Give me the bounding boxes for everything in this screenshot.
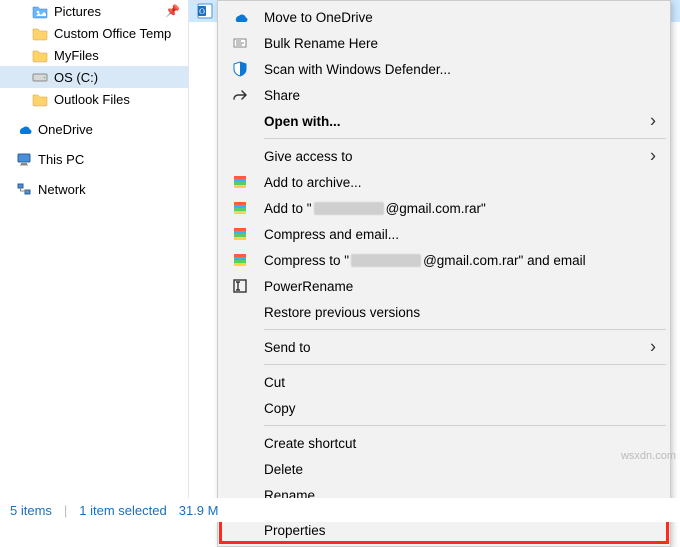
onedrive-icon: [16, 121, 32, 137]
status-size: 31.9 M: [179, 503, 219, 518]
pictures-folder-icon: [32, 3, 48, 19]
drive-icon: [32, 69, 48, 85]
menu-separator: [264, 329, 666, 330]
sidebar-item-pictures[interactable]: Pictures 📌: [0, 0, 188, 22]
menu-item-label: Compress and email...: [264, 227, 638, 242]
menu-item-add-to-gmail-com-rar[interactable]: Add to "@gmail.com.rar": [220, 195, 668, 221]
svg-text:O: O: [199, 7, 205, 16]
menu-item-label: Share: [264, 88, 638, 103]
chevron-right-icon: ›: [650, 146, 656, 167]
sidebar-item-network[interactable]: Network: [0, 178, 188, 200]
network-icon: [16, 181, 32, 197]
sidebar-item-label: Pictures: [54, 4, 101, 19]
context-menu: Move to OneDrive Bulk Rename Here Scan wit…: [217, 0, 671, 547]
winrar-icon: [230, 172, 250, 192]
pin-icon: 📌: [165, 4, 180, 18]
status-bar: 5 items | 1 item selected 31.9 M: [0, 498, 680, 522]
defender-shield-icon: [230, 59, 250, 79]
winrar-icon: [230, 250, 250, 270]
sidebar-item-label: Network: [38, 182, 86, 197]
menu-item-label: Move to OneDrive: [264, 10, 638, 25]
menu-item-label: Compress to "@gmail.com.rar" and email: [264, 253, 638, 268]
menu-separator: [264, 364, 666, 365]
menu-item-share[interactable]: Share: [220, 82, 668, 108]
status-item-count: 5 items: [10, 503, 52, 518]
sidebar-item-myfiles[interactable]: MyFiles: [0, 44, 188, 66]
redacted-text: [314, 202, 384, 215]
sidebar-item-this-pc[interactable]: This PC: [0, 148, 188, 170]
menu-item-label: Open with...: [264, 114, 638, 129]
menu-item-label: Restore previous versions: [264, 305, 638, 320]
menu-item-label: Add to "@gmail.com.rar": [264, 201, 638, 216]
menu-item-cut[interactable]: Cut: [220, 369, 668, 395]
menu-item-label: Add to archive...: [264, 175, 638, 190]
menu-item-restore-previous-versions[interactable]: Restore previous versions: [220, 299, 668, 325]
winrar-icon: [230, 224, 250, 244]
menu-item-compress-and-email[interactable]: Compress and email...: [220, 221, 668, 247]
menu-item-move-to-onedrive[interactable]: Move to OneDrive: [220, 4, 668, 30]
sidebar-item-label: MyFiles: [54, 48, 99, 63]
menu-separator: [264, 425, 666, 426]
powerrename-icon: [230, 276, 250, 296]
chevron-right-icon: ›: [650, 337, 656, 358]
menu-item-label: Give access to: [264, 149, 638, 164]
menu-item-label: Cut: [264, 375, 638, 390]
menu-item-label: PowerRename: [264, 279, 638, 294]
pc-icon: [16, 151, 32, 167]
menu-item-compress-to-gmail-com-rar-and-email[interactable]: Compress to "@gmail.com.rar" and email: [220, 247, 668, 273]
sidebar-item-label: Custom Office Temp: [54, 26, 171, 41]
folder-icon: [32, 25, 48, 41]
chevron-right-icon: ›: [650, 111, 656, 132]
sidebar-item-label: OS (C:): [54, 70, 98, 85]
sidebar-item-os-c-[interactable]: OS (C:): [0, 66, 188, 88]
menu-item-label: Send to: [264, 340, 638, 355]
watermark: wsxdn.com: [621, 450, 676, 462]
sidebar-item-label: OneDrive: [38, 122, 93, 137]
menu-item-powerrename[interactable]: PowerRename: [220, 273, 668, 299]
menu-item-label: Create shortcut: [264, 436, 638, 451]
folder-icon: [32, 47, 48, 63]
menu-item-add-to-archive[interactable]: Add to archive...: [220, 169, 668, 195]
menu-item-send-to[interactable]: Send to ›: [220, 334, 668, 360]
menu-item-label: Copy: [264, 401, 638, 416]
outlook-file-icon: O: [197, 3, 213, 19]
winrar-icon: [230, 198, 250, 218]
menu-item-label: Delete: [264, 462, 638, 477]
sidebar-item-outlook-files[interactable]: Outlook Files: [0, 88, 188, 110]
sidebar-item-label: Outlook Files: [54, 92, 130, 107]
menu-item-label: Properties: [264, 523, 638, 538]
sidebar-item-onedrive[interactable]: OneDrive: [0, 118, 188, 140]
sidebar-item-label: This PC: [38, 152, 84, 167]
status-selected: 1 item selected: [79, 503, 166, 518]
navigation-pane: Pictures 📌 Custom Office Temp MyFiles OS (C:…: [0, 0, 188, 522]
menu-item-create-shortcut[interactable]: Create shortcut: [220, 430, 668, 456]
menu-separator: [264, 138, 666, 139]
menu-item-scan-with-windows-defender[interactable]: Scan with Windows Defender...: [220, 56, 668, 82]
sidebar-item-custom-office-temp[interactable]: Custom Office Temp: [0, 22, 188, 44]
menu-item-copy[interactable]: Copy: [220, 395, 668, 421]
menu-item-label: Scan with Windows Defender...: [264, 62, 638, 77]
share-icon: [230, 85, 250, 105]
onedrive-cloud-icon: [230, 7, 250, 27]
rename-batch-icon: [230, 33, 250, 53]
redacted-text: [351, 254, 421, 267]
menu-item-bulk-rename-here[interactable]: Bulk Rename Here: [220, 30, 668, 56]
menu-item-open-with[interactable]: Open with... ›: [220, 108, 668, 134]
menu-item-give-access-to[interactable]: Give access to ›: [220, 143, 668, 169]
menu-item-label: Bulk Rename Here: [264, 36, 638, 51]
menu-item-delete[interactable]: Delete: [220, 456, 668, 482]
folder-icon: [32, 91, 48, 107]
